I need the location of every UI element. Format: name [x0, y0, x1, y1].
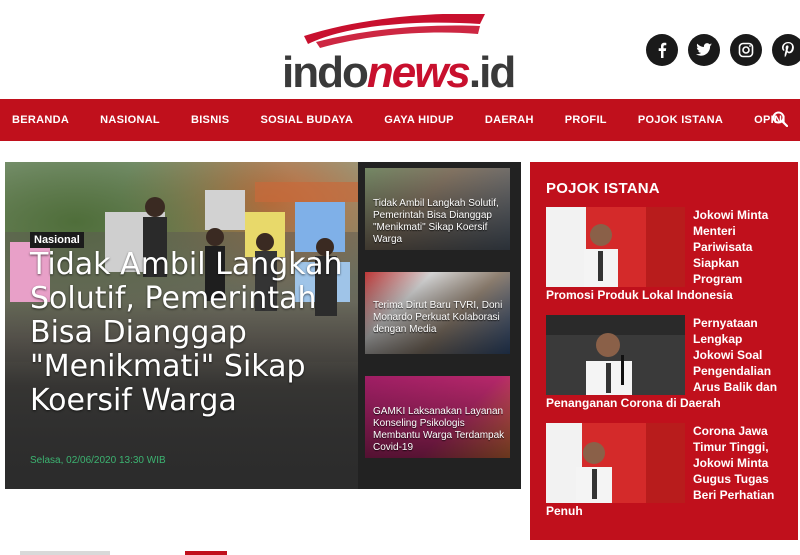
side-news-item[interactable]: GAMKI Laksanakan Layanan Konseling Psiko…	[365, 376, 510, 458]
pojok-news-image	[546, 423, 685, 503]
nav-item-beranda[interactable]: BERANDA	[12, 114, 69, 126]
pojok-news-item[interactable]: Corona Jawa Timur Tinggi, Jokowi Minta G…	[546, 423, 786, 523]
nav-item-sosial-budaya[interactable]: SOSIAL BUDAYA	[260, 114, 353, 126]
site-logo[interactable]: indonews.id	[280, 14, 516, 96]
side-news-item[interactable]: Tidak Ambil Langkah Solutif, Pemerintah …	[365, 168, 510, 250]
site-header: indonews.id	[0, 0, 800, 99]
section-title[interactable]: POJOK ISTANA	[546, 180, 786, 197]
logo-text: indonews.id	[282, 48, 516, 97]
pojok-news-image	[546, 207, 685, 287]
side-news-list: Tidak Ambil Langkah Solutif, Pemerintah …	[365, 168, 515, 480]
nav-item-daerah[interactable]: DAERAH	[485, 114, 534, 126]
nav-item-gaya-hidup[interactable]: GAYA HIDUP	[384, 114, 454, 126]
side-news-title[interactable]: Tidak Ambil Langkah Solutif, Pemerintah …	[373, 198, 508, 246]
headline-date: Selasa, 02/06/2020 13:30 WIB	[30, 455, 166, 466]
nav-item-profil[interactable]: PROFIL	[565, 114, 607, 126]
side-news-title[interactable]: GAMKI Laksanakan Layanan Konseling Psiko…	[373, 406, 508, 454]
nav-item-pojok-istana[interactable]: POJOK ISTANA	[638, 114, 723, 126]
headline-card[interactable]: Nasional Tidak Ambil Langkah Solutif, Pe…	[5, 162, 358, 489]
nav-item-nasional[interactable]: NASIONAL	[100, 114, 160, 126]
pojok-istana-section: POJOK ISTANA Jokowi Minta Menteri Pariwi…	[530, 162, 798, 540]
pojok-news-item[interactable]: Jokowi Minta Menteri Pariwisata Siapkan …	[546, 207, 786, 307]
category-badge[interactable]: Nasional	[30, 232, 84, 248]
facebook-icon[interactable]	[646, 34, 678, 66]
side-news-item[interactable]: Terima Dirut Baru TVRI, Doni Monardo Per…	[365, 272, 510, 354]
nav-item-bisnis[interactable]: BISNIS	[191, 114, 229, 126]
pojok-news-image	[546, 315, 685, 395]
instagram-icon[interactable]	[730, 34, 762, 66]
pojok-news-item[interactable]: Pernyataan Lengkap Jokowi Soal Pengendal…	[546, 315, 786, 415]
main-navigation: BERANDA NASIONAL BISNIS SOSIAL BUDAYA GA…	[0, 99, 800, 141]
pinterest-icon[interactable]	[772, 34, 800, 66]
headline-title[interactable]: Tidak Ambil Langkah Solutif, Pemerintah …	[30, 248, 350, 418]
social-links	[646, 34, 800, 66]
featured-news-panel: Nasional Tidak Ambil Langkah Solutif, Pe…	[5, 162, 521, 489]
side-news-title[interactable]: Terima Dirut Baru TVRI, Doni Monardo Per…	[373, 300, 508, 336]
section-tabs-hint	[0, 551, 800, 555]
search-icon[interactable]	[772, 111, 788, 127]
twitter-icon[interactable]	[688, 34, 720, 66]
